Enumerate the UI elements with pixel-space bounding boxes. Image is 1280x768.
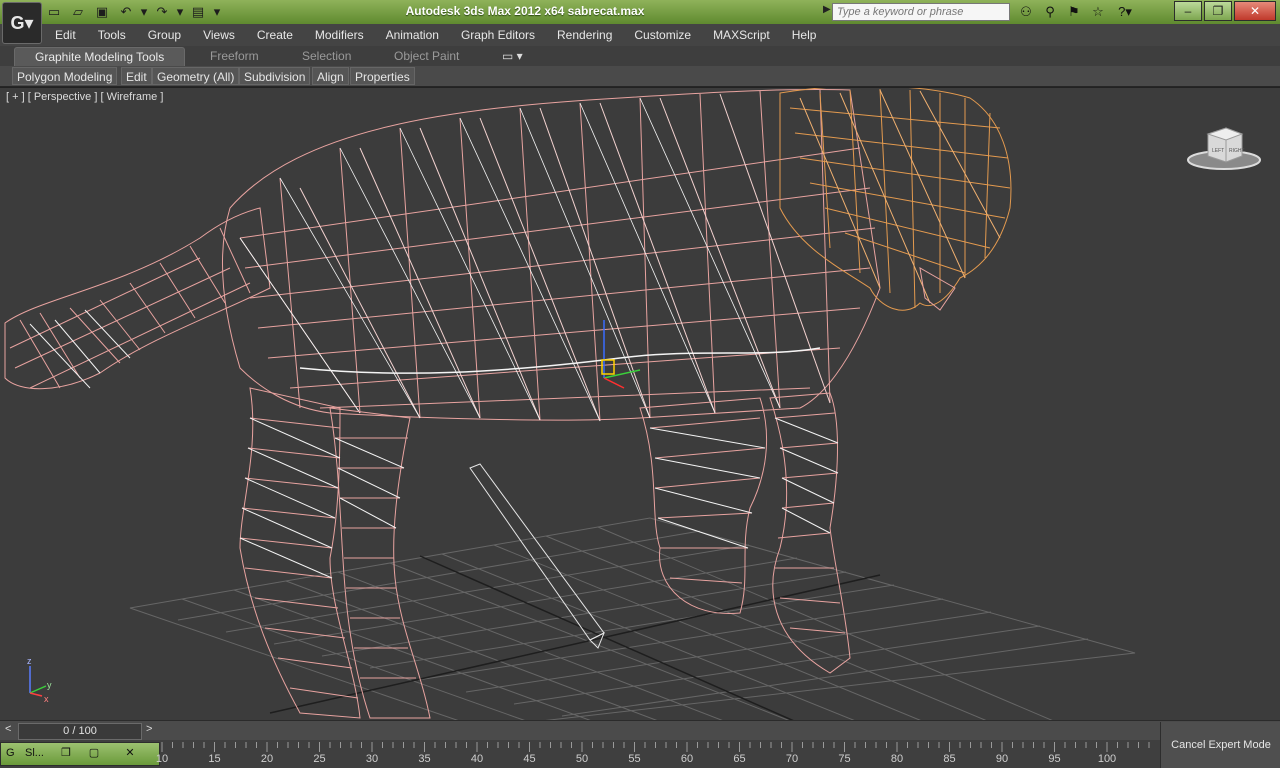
menu-rendering[interactable]: Rendering xyxy=(546,28,623,42)
application-button[interactable]: G▾ xyxy=(2,2,42,44)
minimized-window[interactable]: G Sl... ❐ ▢ ✕ xyxy=(0,742,160,766)
time-slider-next-icon[interactable]: > xyxy=(146,723,152,735)
edit-button[interactable]: Edit xyxy=(121,67,152,85)
geometry-all-button[interactable]: Geometry (All) xyxy=(152,67,240,85)
menu-bar: Edit Tools Group Views Create Modifiers … xyxy=(0,24,1280,47)
ribbon-options-icon[interactable]: ▭ ▾ xyxy=(502,47,523,66)
binoculars-icon[interactable]: ⚇ xyxy=(1016,3,1036,21)
viewport-label[interactable]: [ + ] [ Perspective ] [ Wireframe ] xyxy=(6,91,163,103)
menu-modifiers[interactable]: Modifiers xyxy=(304,28,375,42)
minimized-window-label: Sl... xyxy=(25,747,44,759)
track-bar-ticks xyxy=(161,742,1150,752)
communication-center-icon[interactable]: ⚑ xyxy=(1064,3,1084,21)
viewport-scene: z y x xyxy=(4,88,1136,721)
track-tick-label: 15 xyxy=(208,753,221,765)
track-tick-label: 55 xyxy=(628,753,641,765)
help-icon[interactable]: ?▾ xyxy=(1112,3,1138,21)
tab-object-paint[interactable]: Object Paint xyxy=(394,47,459,66)
track-tick-label: 100 xyxy=(1097,753,1117,765)
viewcube-icon[interactable]: LEFT RIGHT xyxy=(1186,124,1266,174)
menu-help[interactable]: Help xyxy=(781,28,828,42)
track-tick-label: 95 xyxy=(1048,753,1061,765)
track-tick-label: 85 xyxy=(943,753,956,765)
time-slider-bar: < 0 / 100 > xyxy=(0,720,1280,741)
search-expand-icon[interactable]: ▶ xyxy=(823,4,831,15)
tab-graphite-modeling-tools[interactable]: Graphite Modeling Tools xyxy=(14,47,186,67)
cube-face-left: LEFT xyxy=(1212,148,1224,154)
track-tick-label: 60 xyxy=(680,753,694,765)
track-tick-label: 10 xyxy=(155,753,169,765)
hind-leg-wireframe[interactable] xyxy=(239,387,431,719)
menu-edit[interactable]: Edit xyxy=(44,28,87,42)
track-tick-label: 70 xyxy=(785,753,799,765)
track-tick-label: 90 xyxy=(995,753,1009,765)
track-tick-label: 25 xyxy=(313,753,326,765)
ribbon-tab-bar: Graphite Modeling Tools Freeform Selecti… xyxy=(0,46,1280,67)
track-tick-label: 75 xyxy=(838,753,851,765)
track-bar[interactable]: 10 15 20 25 30 35 40 45 50 55 60 65 70 75 80 85 90 95 100 xyxy=(156,740,1160,768)
track-tick-label: 30 xyxy=(365,753,379,765)
track-tick-label: 45 xyxy=(523,753,536,765)
track-tick-label: 80 xyxy=(890,753,904,765)
time-slider[interactable]: 0 / 100 xyxy=(18,723,142,740)
body-wireframe[interactable] xyxy=(222,89,881,422)
menu-animation[interactable]: Animation xyxy=(375,28,450,42)
search-input[interactable]: Type a keyword or phrase xyxy=(832,3,1010,21)
menu-create[interactable]: Create xyxy=(246,28,304,42)
tail-wireframe[interactable] xyxy=(4,207,271,390)
restore-small-icon[interactable]: ❐ xyxy=(57,746,75,762)
menu-group[interactable]: Group xyxy=(137,28,192,42)
menu-views[interactable]: Views xyxy=(192,28,246,42)
close-small-icon[interactable]: ✕ xyxy=(121,746,139,762)
restore-button[interactable]: ❐ xyxy=(1204,1,1232,21)
properties-button[interactable]: Properties xyxy=(350,67,415,85)
menu-graph-editors[interactable]: Graph Editors xyxy=(450,28,546,42)
close-button[interactable]: ✕ xyxy=(1234,1,1276,21)
title-bar: ▭ ▱ ▣ ↶ ▾ ↷ ▾ ▤ ▾ Autodesk 3ds Max 2012 … xyxy=(0,0,1280,24)
menu-maxscript[interactable]: MAXScript xyxy=(702,28,781,42)
track-tick-label: 35 xyxy=(418,753,431,765)
axis-x-label: x xyxy=(44,694,49,704)
world-axis-tripod: z y x xyxy=(27,656,52,704)
menu-tools[interactable]: Tools xyxy=(87,28,137,42)
favorites-star-icon[interactable]: ☆ xyxy=(1088,3,1108,21)
tab-selection[interactable]: Selection xyxy=(302,47,351,66)
cancel-expert-mode-button[interactable]: Cancel Expert Mode xyxy=(1160,722,1280,768)
transform-gizmo[interactable] xyxy=(601,320,641,389)
menu-customize[interactable]: Customize xyxy=(623,28,702,42)
bone-object[interactable] xyxy=(469,463,605,649)
3ds-max-small-icon: G xyxy=(6,747,15,759)
home-grid xyxy=(129,517,1136,721)
front-leg-wireframe[interactable] xyxy=(639,392,851,674)
polygon-modeling-button[interactable]: Polygon Modeling xyxy=(12,67,118,85)
axis-y-label: y xyxy=(47,680,52,690)
ribbon-panel: Polygon Modeling Edit Geometry (All) Sub… xyxy=(0,66,1280,87)
track-tick-label: 20 xyxy=(260,753,274,765)
time-slider-prev-icon[interactable]: < xyxy=(5,723,11,735)
minimize-button[interactable]: – xyxy=(1174,1,1202,21)
tab-freeform[interactable]: Freeform xyxy=(210,47,259,66)
subdivision-button[interactable]: Subdivision xyxy=(239,67,311,85)
perspective-viewport[interactable]: z y x [ + ] [ Perspective ] [ Wireframe … xyxy=(0,87,1280,721)
align-button[interactable]: Align xyxy=(312,67,349,85)
cube-face-right: RIGHT xyxy=(1229,148,1245,154)
3ds-max-logo-icon: G▾ xyxy=(10,12,34,33)
maximize-small-icon[interactable]: ▢ xyxy=(85,746,103,762)
axis-z-label: z xyxy=(27,656,32,666)
subscription-key-icon[interactable]: ⚲ xyxy=(1040,3,1060,21)
bottom-bar: G Sl... ❐ ▢ ✕ 10 15 20 25 30 35 40 45 50 55 60 65 70… xyxy=(0,722,1280,768)
head-wireframe[interactable] xyxy=(779,88,1012,311)
track-tick-label: 40 xyxy=(470,753,484,765)
track-tick-label: 50 xyxy=(575,753,589,765)
track-tick-label: 65 xyxy=(733,753,746,765)
